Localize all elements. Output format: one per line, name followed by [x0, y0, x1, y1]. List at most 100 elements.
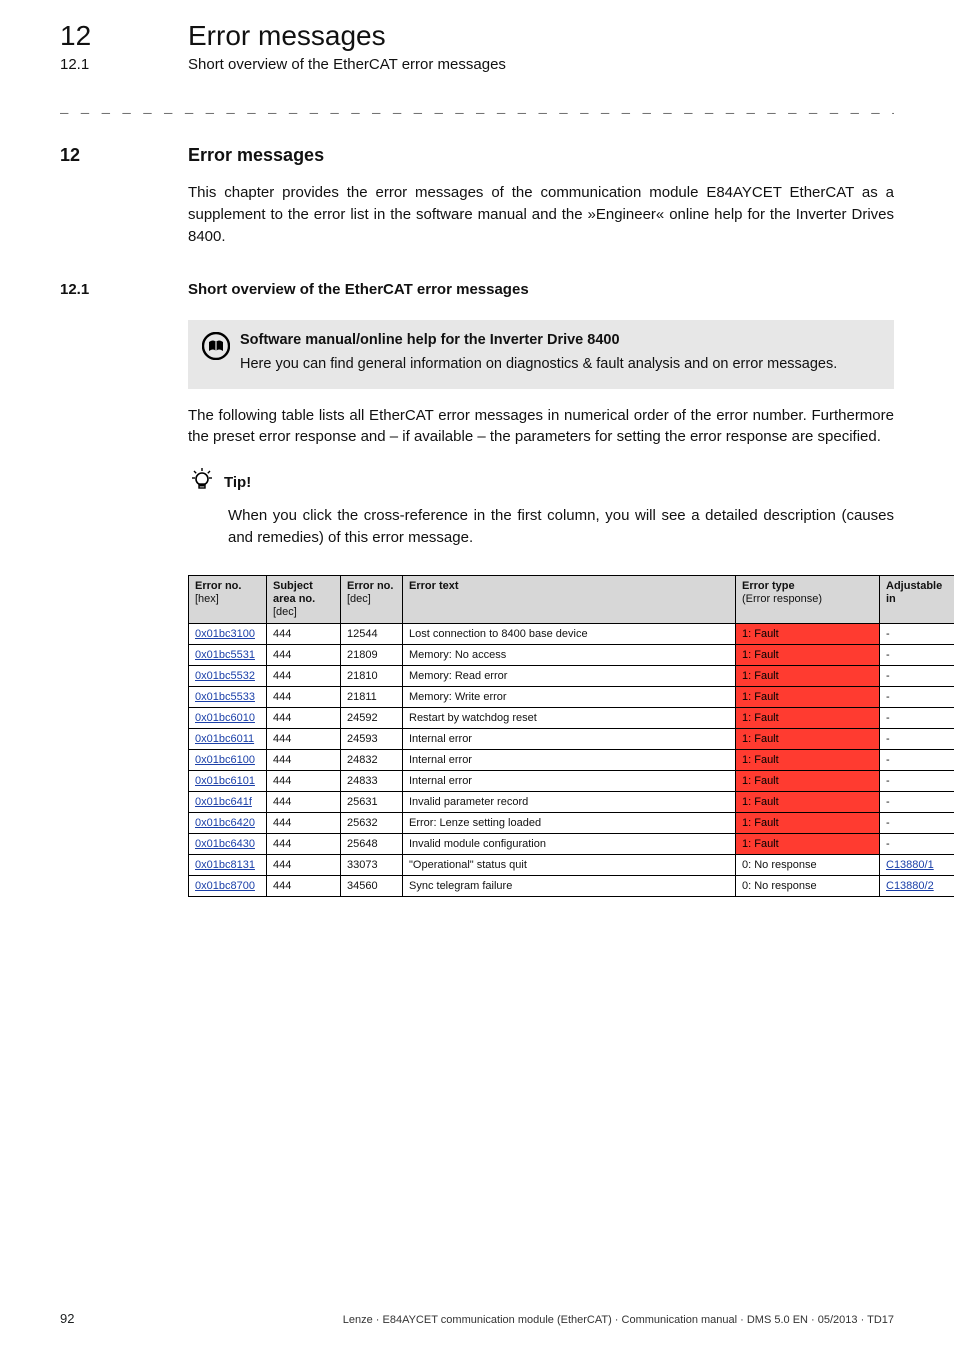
cell-error-dec: 24592 [341, 708, 403, 729]
footer-text: Lenze · E84AYCET communication module (E… [74, 1314, 894, 1326]
cell-subject-area: 444 [267, 792, 341, 813]
cell-error-dec: 12544 [341, 624, 403, 645]
cell-error-text: Internal error [403, 729, 736, 750]
table-intro-paragraph: The following table lists all EtherCAT e… [188, 405, 894, 449]
th-adjustable-in: Adjustable in [880, 575, 954, 624]
cell-error-hex: 0x01bc8131 [189, 855, 267, 876]
cell-error-dec: 21810 [341, 666, 403, 687]
cell-error-hex: 0x01bc641f [189, 792, 267, 813]
cell-error-text: Restart by watchdog reset [403, 708, 736, 729]
page-footer: 92 Lenze · E84AYCET communication module… [60, 1311, 894, 1326]
cell-error-hex: 0x01bc6101 [189, 771, 267, 792]
cell-adjustable-in: - [880, 708, 954, 729]
table-row: 0x01bc610044424832Internal error1: Fault… [189, 750, 954, 771]
cell-error-dec: 24593 [341, 729, 403, 750]
error-hex-link[interactable]: 0x01bc5532 [195, 670, 255, 682]
cell-adjustable-in: - [880, 813, 954, 834]
error-hex-link[interactable]: 0x01bc8131 [195, 859, 255, 871]
table-row: 0x01bc813144433073"Operational" status q… [189, 855, 954, 876]
error-hex-link[interactable]: 0x01bc5533 [195, 691, 255, 703]
error-hex-link[interactable]: 0x01bc6010 [195, 712, 255, 724]
cell-error-type: 1: Fault [736, 666, 880, 687]
table-row: 0x01bc610144424833Internal error1: Fault… [189, 771, 954, 792]
cell-error-type: 1: Fault [736, 771, 880, 792]
cell-error-hex: 0x01bc6430 [189, 834, 267, 855]
cell-error-text: Internal error [403, 750, 736, 771]
adjustable-link[interactable]: C13880/1 [886, 859, 934, 871]
table-row: 0x01bc641f44425631Invalid parameter reco… [189, 792, 954, 813]
tip-text: When you click the cross-reference in th… [228, 505, 894, 549]
error-hex-link[interactable]: 0x01bc641f [195, 796, 252, 808]
table-row: 0x01bc870044434560Sync telegram failure0… [189, 876, 954, 897]
error-table-header: Error no.[hex] Subject area no.[dec] Err… [189, 575, 954, 624]
callout-heading: Software manual/online help for the Inve… [240, 332, 880, 348]
cell-error-dec: 25631 [341, 792, 403, 813]
error-hex-link[interactable]: 0x01bc6101 [195, 775, 255, 787]
th-error-dec: Error no.[dec] [341, 575, 403, 624]
error-hex-link[interactable]: 0x01bc8700 [195, 880, 255, 892]
cell-error-dec: 34560 [341, 876, 403, 897]
error-hex-link[interactable]: 0x01bc6100 [195, 754, 255, 766]
cell-subject-area: 444 [267, 876, 341, 897]
lightbulb-icon [188, 466, 216, 499]
cell-subject-area: 444 [267, 813, 341, 834]
cell-error-hex: 0x01bc5531 [189, 645, 267, 666]
info-callout: Software manual/online help for the Inve… [188, 320, 894, 388]
cell-error-type: 1: Fault [736, 813, 880, 834]
subsection-heading: 12.1 Short overview of the EtherCAT erro… [60, 281, 894, 298]
cell-adjustable-in: - [880, 624, 954, 645]
table-row: 0x01bc643044425648Invalid module configu… [189, 834, 954, 855]
error-hex-link[interactable]: 0x01bc5531 [195, 649, 255, 661]
cell-error-text: Memory: No access [403, 645, 736, 666]
error-hex-link[interactable]: 0x01bc6420 [195, 817, 255, 829]
cell-error-dec: 21809 [341, 645, 403, 666]
running-header: 12 Error messages [60, 20, 894, 52]
section-heading: 12 Error messages [60, 145, 894, 166]
error-hex-link[interactable]: 0x01bc6011 [195, 733, 254, 745]
th-error-type: Error type(Error response) [736, 575, 880, 624]
cell-error-text: Memory: Read error [403, 666, 736, 687]
cell-adjustable-in: - [880, 645, 954, 666]
cell-adjustable-in: C13880/2 [880, 876, 954, 897]
callout-text: Here you can find general information on… [240, 354, 880, 374]
cell-subject-area: 444 [267, 624, 341, 645]
cell-subject-area: 444 [267, 750, 341, 771]
table-row: 0x01bc601044424592Restart by watchdog re… [189, 708, 954, 729]
tip-block: Tip! When you click the cross-reference … [188, 466, 894, 549]
cell-error-text: Error: Lenze setting loaded [403, 813, 736, 834]
cell-adjustable-in: C13880/1 [880, 855, 954, 876]
cell-error-type: 1: Fault [736, 750, 880, 771]
error-hex-link[interactable]: 0x01bc3100 [195, 628, 255, 640]
table-row: 0x01bc3100 44412544Lost connection to 840… [189, 624, 954, 645]
running-header-chapter-title: Error messages [188, 20, 386, 52]
cell-error-hex: 0x01bc3100 [189, 624, 267, 645]
cell-subject-area: 444 [267, 855, 341, 876]
document-page: 12 Error messages 12.1 Short overview of… [0, 0, 954, 1350]
cell-error-type: 1: Fault [736, 729, 880, 750]
cell-error-text: Memory: Write error [403, 687, 736, 708]
cell-error-type: 0: No response [736, 855, 880, 876]
cell-subject-area: 444 [267, 771, 341, 792]
cell-subject-area: 444 [267, 645, 341, 666]
cell-error-text: Internal error [403, 771, 736, 792]
cell-error-hex: 0x01bc6011 [189, 729, 267, 750]
cell-error-dec: 25632 [341, 813, 403, 834]
cell-subject-area: 444 [267, 687, 341, 708]
cell-subject-area: 444 [267, 666, 341, 687]
cell-error-text: Lost connection to 8400 base device [403, 624, 736, 645]
cell-error-dec: 25648 [341, 834, 403, 855]
intro-paragraph: This chapter provides the error messages… [188, 182, 894, 247]
running-header-section-number: 12.1 [60, 56, 140, 73]
error-hex-link[interactable]: 0x01bc6430 [195, 838, 255, 850]
cell-error-type: 1: Fault [736, 687, 880, 708]
cell-subject-area: 444 [267, 834, 341, 855]
cell-error-type: 1: Fault [736, 624, 880, 645]
subsection-title: Short overview of the EtherCAT error mes… [188, 281, 529, 298]
cell-adjustable-in: - [880, 771, 954, 792]
running-header-sub: 12.1 Short overview of the EtherCAT erro… [60, 56, 894, 73]
table-row: 0x01bc553344421811Memory: Write error1: … [189, 687, 954, 708]
adjustable-link[interactable]: C13880/2 [886, 880, 934, 892]
table-row: 0x01bc601144424593Internal error1: Fault… [189, 729, 954, 750]
error-table-body: 0x01bc310044412544Lost connection to 840… [189, 624, 954, 897]
cell-adjustable-in: - [880, 792, 954, 813]
